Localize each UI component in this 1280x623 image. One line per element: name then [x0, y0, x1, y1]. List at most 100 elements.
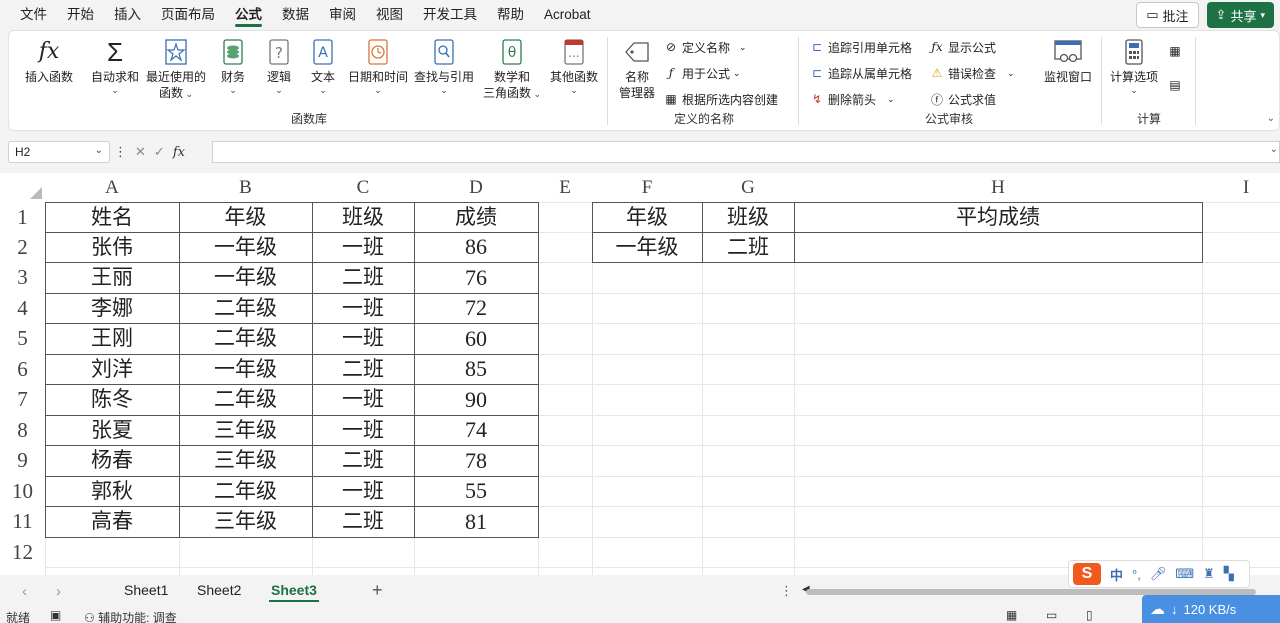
row-header[interactable]: 1 — [0, 202, 45, 232]
tab-formulas[interactable]: 公式 — [225, 0, 272, 30]
confirm-icon[interactable]: ✓ — [154, 144, 165, 160]
row-header[interactable]: 11 — [0, 506, 45, 537]
ime-punct[interactable]: °, — [1132, 567, 1141, 582]
table-cell[interactable]: 78 — [414, 445, 538, 476]
table-cell[interactable]: 三年级 — [179, 415, 312, 445]
column-header[interactable]: C — [312, 173, 414, 202]
table-cell[interactable]: 张夏 — [45, 415, 179, 445]
table-cell[interactable]: 王丽 — [45, 262, 179, 293]
column-header[interactable]: G — [702, 173, 794, 202]
table-cell[interactable]: 二班 — [312, 354, 414, 384]
table-cell[interactable]: 杨春 — [45, 445, 179, 476]
row-header[interactable]: 3 — [0, 262, 45, 293]
table-header-cell[interactable]: 年级 — [179, 202, 312, 232]
sheet-tab-3[interactable]: Sheet3 — [269, 582, 319, 602]
table-cell[interactable]: 一班 — [312, 476, 414, 506]
table-cell[interactable]: 刘洋 — [45, 354, 179, 384]
column-header[interactable]: B — [179, 173, 312, 202]
table-cell[interactable]: 三年级 — [179, 445, 312, 476]
table-cell[interactable]: 二班 — [312, 506, 414, 537]
share-button[interactable]: ⇪ 共享 ▾ — [1206, 2, 1274, 28]
table-cell[interactable]: 李娜 — [45, 293, 179, 323]
table-cell[interactable]: 81 — [414, 506, 538, 537]
sogou-logo[interactable]: S — [1073, 563, 1101, 585]
selected-cell-h2[interactable] — [794, 232, 1202, 262]
comment-button[interactable]: ▭ 批注 — [1136, 2, 1199, 28]
tab-page-layout[interactable]: 页面布局 — [151, 0, 225, 30]
next-sheet-icon[interactable]: › — [56, 583, 61, 600]
table-cell[interactable]: 85 — [414, 354, 538, 384]
table-cell[interactable]: 74 — [414, 415, 538, 445]
accessibility-status[interactable]: ⚇ 辅助功能: 调查 — [84, 609, 177, 623]
table-header-cell[interactable]: 班级 — [312, 202, 414, 232]
table-cell[interactable]: 张伟 — [45, 232, 179, 262]
column-header[interactable]: E — [538, 173, 592, 202]
row-header[interactable]: 10 — [0, 476, 45, 506]
table-cell[interactable]: 王刚 — [45, 323, 179, 354]
normal-view-icon[interactable]: ▦ — [1006, 608, 1017, 622]
ime-language[interactable]: 中 — [1110, 565, 1123, 584]
table-cell[interactable]: 55 — [414, 476, 538, 506]
worksheet-grid[interactable]: A B C D E F G H I 1 2 3 4 5 6 7 8 9 10 11 12 姓名 年级 班级 成绩 张伟 一年级 一班 8… — [0, 173, 1280, 575]
name-box[interactable]: H2 ⌄ — [8, 141, 110, 163]
page-layout-icon[interactable]: ▭ — [1046, 608, 1057, 622]
table-cell[interactable]: 90 — [414, 384, 538, 415]
criteria-header-cell[interactable]: 年级 — [592, 202, 702, 232]
table-cell[interactable]: 二年级 — [179, 323, 312, 354]
shirt-icon[interactable]: ♜ — [1203, 566, 1215, 582]
table-cell[interactable]: 86 — [414, 232, 538, 262]
row-header[interactable]: 7 — [0, 384, 45, 415]
tab-developer[interactable]: 开发工具 — [413, 0, 487, 30]
table-cell[interactable]: 二班 — [312, 262, 414, 293]
table-cell[interactable]: 郭秋 — [45, 476, 179, 506]
tab-view[interactable]: 视图 — [366, 0, 413, 30]
table-header-cell[interactable]: 成绩 — [414, 202, 538, 232]
criteria-header-cell[interactable]: 班级 — [702, 202, 794, 232]
table-cell[interactable]: 二班 — [312, 445, 414, 476]
criteria-cell[interactable]: 一年级 — [592, 232, 702, 262]
formula-input[interactable] — [212, 141, 1280, 163]
row-header[interactable]: 4 — [0, 293, 45, 323]
sheet-tab-1[interactable]: Sheet1 — [124, 582, 168, 598]
keyboard-icon[interactable]: ⌨ — [1175, 566, 1194, 582]
ribbon-collapse-icon[interactable]: ⌄ — [1267, 113, 1275, 124]
row-header[interactable]: 9 — [0, 445, 45, 476]
table-cell[interactable]: 陈冬 — [45, 384, 179, 415]
table-cell[interactable]: 60 — [414, 323, 538, 354]
tab-home[interactable]: 开始 — [57, 0, 104, 30]
table-cell[interactable]: 三年级 — [179, 506, 312, 537]
sheet-tab-2[interactable]: Sheet2 — [197, 582, 241, 598]
column-header[interactable]: H — [794, 173, 1202, 202]
select-all-corner[interactable] — [0, 173, 45, 202]
table-cell[interactable]: 二年级 — [179, 476, 312, 506]
tab-file[interactable]: 文件 — [10, 0, 57, 30]
table-cell[interactable]: 二年级 — [179, 293, 312, 323]
more-vertical-icon[interactable]: ⋮ — [114, 144, 127, 160]
more-vertical-icon[interactable]: ⋮ — [780, 583, 793, 599]
table-cell[interactable]: 一班 — [312, 415, 414, 445]
tab-acrobat[interactable]: Acrobat — [534, 0, 601, 30]
add-sheet-button[interactable]: + — [372, 580, 383, 601]
table-cell[interactable]: 一班 — [312, 293, 414, 323]
prev-sheet-icon[interactable]: ‹ — [22, 583, 27, 600]
page-break-icon[interactable]: ▯ — [1086, 608, 1093, 622]
tab-help[interactable]: 帮助 — [487, 0, 534, 30]
row-header[interactable]: 5 — [0, 323, 45, 354]
tab-data[interactable]: 数据 — [272, 0, 319, 30]
criteria-cell[interactable]: 二班 — [702, 232, 794, 262]
table-cell[interactable]: 一班 — [312, 323, 414, 354]
apps-icon[interactable]: ▚ — [1224, 566, 1234, 582]
insert-function-icon[interactable]: fx — [173, 145, 185, 160]
table-header-cell[interactable]: 姓名 — [45, 202, 179, 232]
table-cell[interactable]: 高春 — [45, 506, 179, 537]
table-cell[interactable]: 一班 — [312, 384, 414, 415]
table-cell[interactable]: 一年级 — [179, 354, 312, 384]
table-cell[interactable]: 一班 — [312, 232, 414, 262]
tab-review[interactable]: 审阅 — [319, 0, 366, 30]
table-cell[interactable]: 一年级 — [179, 232, 312, 262]
cancel-icon[interactable]: ✕ — [135, 144, 146, 160]
column-header[interactable]: A — [45, 173, 179, 202]
column-header[interactable]: I — [1202, 173, 1280, 202]
table-cell[interactable]: 76 — [414, 262, 538, 293]
row-header[interactable]: 2 — [0, 232, 45, 262]
